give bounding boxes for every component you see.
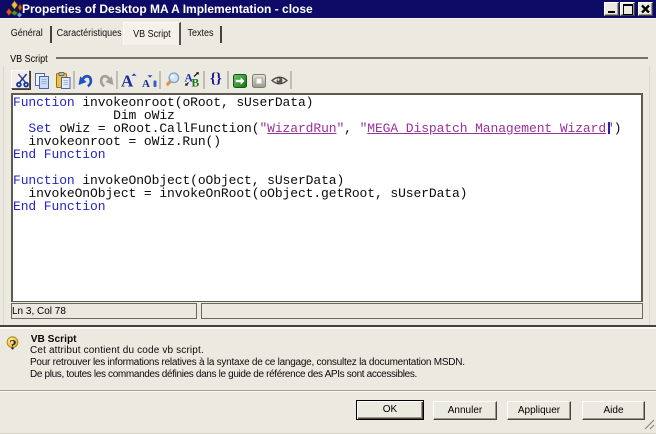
- svg-text:A: A: [142, 78, 150, 88]
- svg-text:?: ?: [9, 338, 16, 353]
- svg-text:A: A: [121, 72, 134, 89]
- svg-text:B: B: [192, 78, 200, 90]
